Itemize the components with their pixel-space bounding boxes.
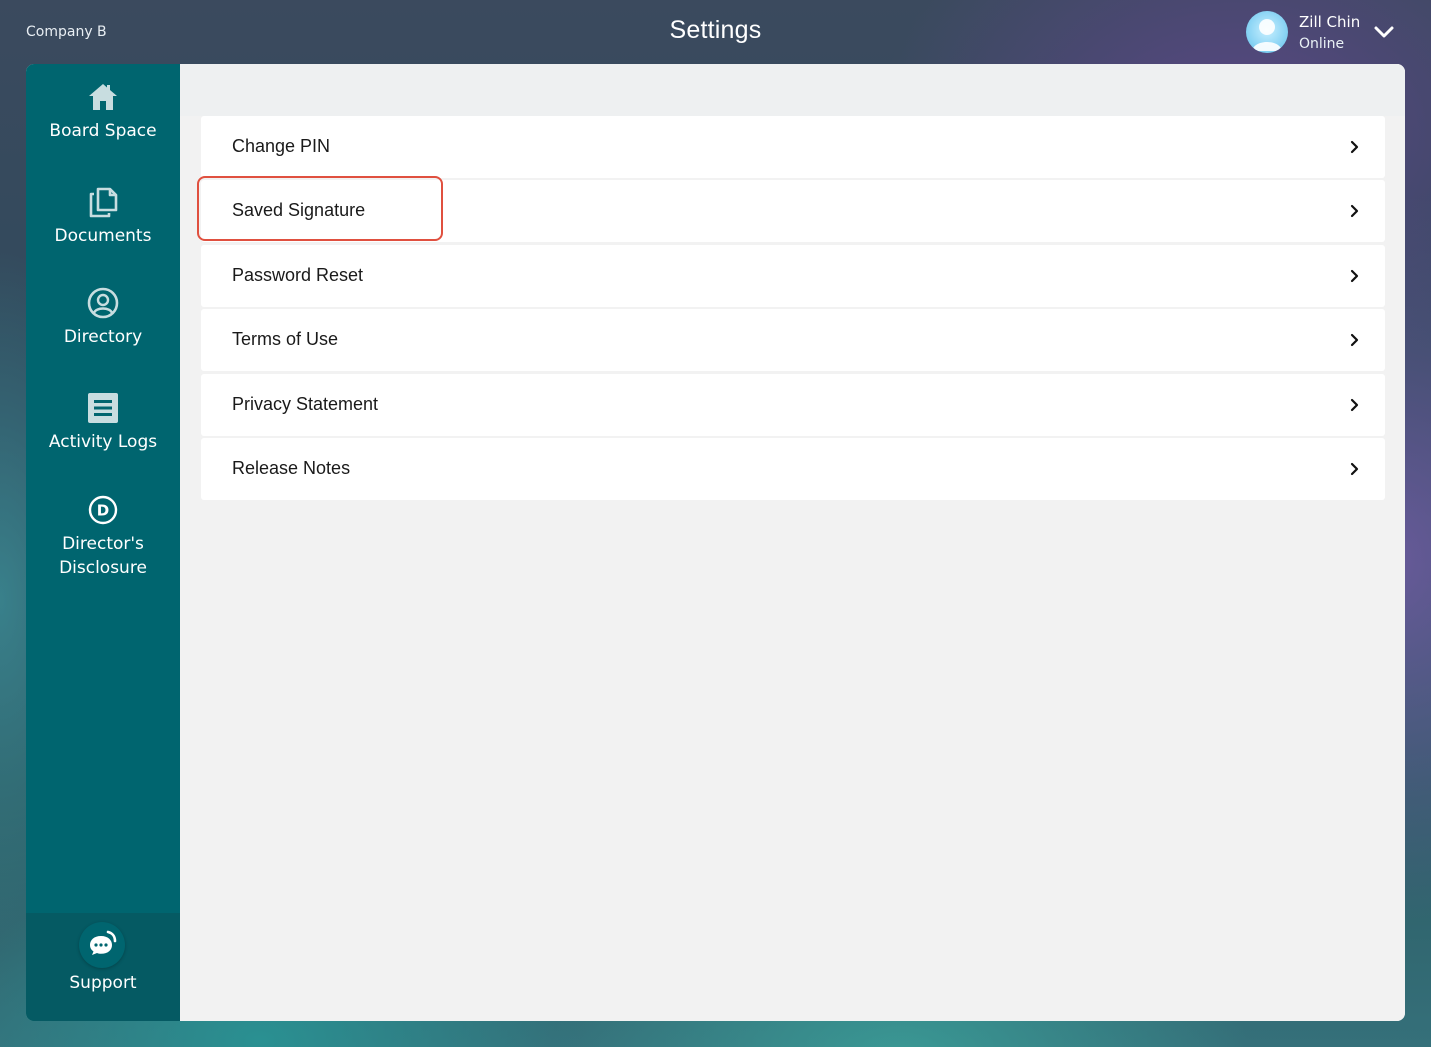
sidebar-item-directory[interactable]: Directory <box>26 286 180 349</box>
sidebar: Board Space Documents Directory Activity… <box>26 64 180 1021</box>
app-frame: Board Space Documents Directory Activity… <box>26 64 1405 1021</box>
list-icon <box>86 391 120 425</box>
settings-row-password-reset[interactable]: Password Reset <box>201 244 1385 307</box>
sidebar-item-board-space[interactable]: Board Space <box>26 80 180 143</box>
sidebar-item-directors-disclosure[interactable]: D Director's Disclosure <box>26 493 180 580</box>
settings-list: Change PIN Saved Signature Password Rese… <box>201 116 1385 502</box>
chevron-right-icon <box>1349 140 1359 154</box>
settings-row-privacy-statement[interactable]: Privacy Statement <box>201 373 1385 436</box>
user-name: Zill Chin <box>1299 13 1361 31</box>
chevron-right-icon <box>1349 462 1359 476</box>
user-menu[interactable]: Zill Chin Online <box>1246 10 1406 54</box>
settings-row-release-notes[interactable]: Release Notes <box>201 437 1385 500</box>
chevron-right-icon <box>1349 204 1359 218</box>
documents-icon <box>86 185 120 219</box>
chevron-down-icon[interactable] <box>1372 22 1396 42</box>
settings-row-change-pin[interactable]: Change PIN <box>201 116 1385 178</box>
sidebar-item-label: Director's Disclosure <box>59 534 147 578</box>
settings-row-label: Release Notes <box>232 457 351 478</box>
sidebar-item-label: Board Space <box>49 121 157 141</box>
settings-row-label: Terms of Use <box>232 329 339 350</box>
d-circle-icon: D <box>86 493 120 527</box>
settings-row-label: Change PIN <box>232 136 331 156</box>
top-bar: Company B Settings Zill Chin Online <box>0 0 1431 64</box>
content-header-strip <box>180 64 1405 116</box>
sidebar-item-label: Activity Logs <box>48 432 158 452</box>
user-avatar-icon <box>1252 19 1282 51</box>
settings-row-saved-signature[interactable]: Saved Signature <box>201 180 1385 243</box>
home-icon <box>86 80 120 114</box>
sidebar-item-label: Documents <box>54 226 152 246</box>
chat-icon <box>90 930 117 955</box>
support-label: Support <box>69 973 137 993</box>
page-title: Settings <box>669 16 762 44</box>
sidebar-item-label: Directory <box>63 327 143 347</box>
settings-row-label: Privacy Statement <box>232 393 379 414</box>
support-area: Support <box>26 913 180 1021</box>
settings-row-label: Password Reset <box>232 264 364 285</box>
user-circle-icon <box>86 286 120 320</box>
sidebar-item-documents[interactable]: Documents <box>26 185 180 248</box>
sidebar-item-activity-logs[interactable]: Activity Logs <box>26 391 180 454</box>
settings-row-terms-of-use[interactable]: Terms of Use <box>201 309 1385 372</box>
user-status: Online <box>1299 36 1345 52</box>
settings-row-label: Saved Signature <box>232 200 366 221</box>
chevron-right-icon <box>1349 398 1359 412</box>
chevron-right-icon <box>1349 269 1359 283</box>
support-button[interactable] <box>79 922 125 968</box>
chevron-right-icon <box>1349 333 1359 347</box>
settings-content: Change PIN Saved Signature Password Rese… <box>180 64 1405 1021</box>
avatar[interactable] <box>1246 11 1288 53</box>
svg-text:D: D <box>97 502 109 520</box>
